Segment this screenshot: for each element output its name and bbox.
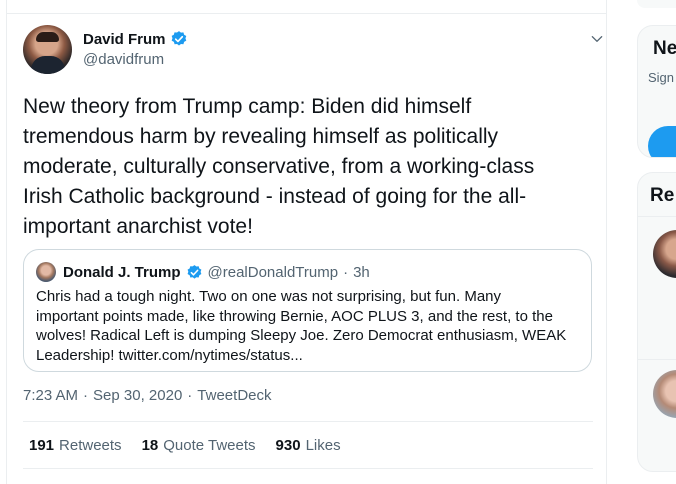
tweet-time[interactable]: 7:23 AM <box>23 387 78 404</box>
sidebar-card-subtitle: Sign <box>648 70 675 85</box>
divider <box>638 359 676 360</box>
likes-label: Likes <box>305 437 341 454</box>
divider <box>7 13 606 14</box>
sidebar-card-title: Ne <box>653 38 676 59</box>
author-display-name[interactable]: David Frum <box>83 31 166 48</box>
sidebar-card-title: Re <box>650 185 675 206</box>
tweet-meta: 7:23 AM · Sep 30, 2020 · TweetDeck <box>23 387 272 404</box>
tweet-text-line: Irish Catholic background - instead of g… <box>23 185 527 208</box>
divider <box>23 421 593 422</box>
tweet-text-line: tremendous harm by revealing himself as … <box>23 125 499 148</box>
separator-dot: · <box>83 387 89 404</box>
author-handle[interactable]: @davidfrum <box>83 51 164 68</box>
quoted-tweet-text: Chris had a tough night. Two on one was … <box>36 287 581 365</box>
author-avatar[interactable] <box>23 25 72 74</box>
tweet-source[interactable]: TweetDeck <box>197 387 271 404</box>
tweet-stats: 191 Retweets 18 Quote Tweets 930 Likes <box>29 437 341 454</box>
quoted-text-line: wolves! Radical Left is dumping Sleepy J… <box>36 327 567 344</box>
tweet-date[interactable]: Sep 30, 2020 <box>93 387 182 404</box>
retweets-label: Retweets <box>59 437 122 454</box>
quoted-author-handle: @realDonaldTrump <box>207 263 339 281</box>
quoted-text-line: Leadership! twitter.com/nytimes/status..… <box>36 346 303 364</box>
sidebar-relevant-people-card: Re <box>637 172 676 472</box>
quote-tweets-stat[interactable]: 18 Quote Tweets <box>142 437 256 454</box>
quoted-tweet[interactable]: Donald J. Trump @realDonaldTrump · 3h Ch… <box>23 249 592 372</box>
retweets-count: 191 <box>29 437 55 454</box>
tweet-column: David Frum @davidfrum New theory from Tr… <box>6 0 607 484</box>
author-name-row: David Frum <box>83 30 188 48</box>
suggested-user-avatar[interactable] <box>653 230 676 278</box>
quote-tweets-count: 18 <box>141 437 159 454</box>
verified-badge-icon <box>187 264 201 279</box>
tweet-text: New theory from Trump camp: Biden did hi… <box>23 92 591 242</box>
quote-tweets-label: Quote Tweets <box>163 437 256 454</box>
sidebar-search-edge <box>637 0 676 8</box>
verified-badge-icon <box>171 31 186 46</box>
quoted-text-line: Chris had a tough night. Two on one was … <box>36 288 501 305</box>
separator-dot: · <box>343 263 349 281</box>
quoted-author-avatar <box>36 262 56 282</box>
sidebar-signup-button[interactable] <box>648 126 676 157</box>
likes-stat[interactable]: 930 Likes <box>276 437 341 454</box>
chevron-down-icon[interactable] <box>589 31 605 47</box>
separator-dot: · <box>187 387 193 404</box>
suggested-user-avatar[interactable] <box>653 370 676 418</box>
tweet-author: David Frum @davidfrum <box>23 25 603 75</box>
divider <box>23 468 593 469</box>
divider <box>638 216 676 217</box>
sidebar-signup-card: Ne Sign <box>637 25 676 158</box>
quoted-tweet-time: 3h <box>353 263 370 281</box>
likes-count: 930 <box>275 437 301 454</box>
quoted-tweet-header: Donald J. Trump @realDonaldTrump · 3h <box>36 262 370 282</box>
quoted-text-line: important points made, like throwing Ber… <box>36 307 553 325</box>
quoted-author-name: Donald J. Trump <box>63 263 181 281</box>
tweet-text-line: moderate, culturally conservative, from … <box>23 155 535 178</box>
tweet-text-line: important anarchist vote! <box>23 215 253 238</box>
retweets-stat[interactable]: 191 Retweets <box>29 437 122 454</box>
tweet-text-line: New theory from Trump camp: Biden did hi… <box>23 95 472 118</box>
